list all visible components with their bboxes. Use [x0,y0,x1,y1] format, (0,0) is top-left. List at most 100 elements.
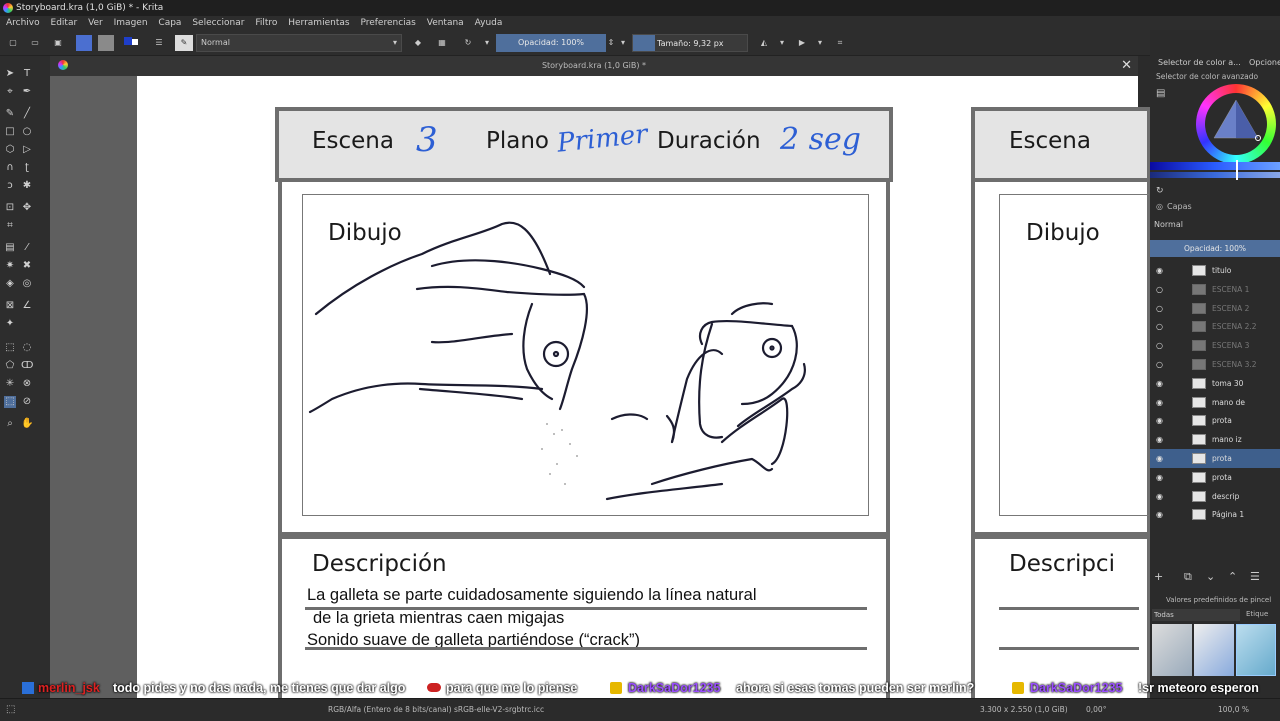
fill-bucket-icon[interactable]: ◈ [4,278,16,290]
chevron-down-icon[interactable]: ▾ [777,35,787,51]
assistant-tool-icon[interactable]: ⊠ [4,300,16,312]
tab-options[interactable]: Opcione [1249,56,1280,70]
line-tool-icon[interactable]: ╱ [21,108,33,120]
tab-color-selector[interactable]: Selector de color a... [1158,56,1241,70]
refresh-icon[interactable]: ↻ [1156,186,1164,196]
dynamic-brush-icon[interactable]: ↄ [4,180,16,192]
status-rotation[interactable]: 0,00° [1086,699,1106,721]
eye-closed-icon[interactable]: ○ [1155,360,1164,369]
fill-tool-icon[interactable]: ✖ [21,260,33,272]
save-icon[interactable]: ▣ [51,35,65,51]
menu-capa[interactable]: Capa [158,18,181,28]
layer-row[interactable]: ○ ESCENA 1 [1150,280,1280,299]
polyline-tool-icon[interactable]: ▷ [21,144,33,156]
eye-open-icon[interactable]: ◉ [1155,398,1164,407]
brush-preset-1[interactable] [1152,624,1192,676]
layer-row[interactable]: ◉ prota [1150,468,1280,487]
menu-imagen[interactable]: Imagen [114,18,148,28]
ellipse-tool-icon[interactable]: ○ [21,126,33,138]
polygon-tool-icon[interactable]: ⬡ [4,144,16,156]
storyboard-page[interactable]: Escena 3 Plano Primer Duración 2 seg Dib… [137,76,1151,705]
gradient-pattern-icon[interactable] [76,35,92,51]
eye-closed-icon[interactable]: ○ [1155,341,1164,350]
add-layer-icon[interactable]: + [1154,570,1163,583]
new-document-icon[interactable]: ▢ [6,35,20,51]
color-strip-2[interactable] [1150,172,1280,178]
eye-closed-icon[interactable]: ○ [1155,285,1164,294]
brush-settings-icon[interactable]: ☰ [152,35,166,51]
eye-open-icon[interactable]: ◉ [1155,454,1164,463]
menu-herramientas[interactable]: Herramientas [288,18,349,28]
magnetic-select-icon[interactable]: ⊘ [21,396,33,408]
mirror-vertical-icon[interactable]: ▶ [794,35,810,51]
select-shapes-icon[interactable]: ➤ [4,68,16,80]
bezier-tool-icon[interactable]: ∩ [4,162,16,174]
brush-preset-icon[interactable]: ✎ [175,35,193,51]
edit-shapes-icon[interactable]: ⌖ [4,86,16,98]
layer-row[interactable]: ◉ titulo [1150,261,1280,280]
color-strip-1[interactable] [1150,162,1280,170]
eye-closed-icon[interactable]: ○ [1155,322,1164,331]
status-zoom[interactable]: 100,0 % [1218,699,1249,721]
measure-tool-icon[interactable]: ∠ [21,300,33,312]
eraser-icon[interactable]: ◆ [410,35,426,51]
size-slider[interactable]: Tamaño: 9,32 px [632,34,748,52]
chevron-down-icon[interactable]: ▾ [482,35,492,51]
pan-tool-icon[interactable]: ✋ [21,418,33,430]
eye-open-icon[interactable]: ◉ [1155,379,1164,388]
alpha-lock-icon[interactable]: ▦ [434,35,450,51]
eye-open-icon[interactable]: ◉ [1155,510,1164,519]
bezier-select-icon[interactable]: ⬚ [4,396,16,408]
freehand-brush-icon[interactable]: ✎ [4,108,16,120]
color-wheel[interactable] [1196,84,1276,164]
smart-patch-icon[interactable]: ✷ [4,260,16,272]
layer-row[interactable]: ◉ mano de [1150,393,1280,412]
status-colorspace[interactable]: RGB/Alfa (Entero de 8 bits/canal) sRGB-e… [328,699,544,721]
menu-ventana[interactable]: Ventana [427,18,464,28]
open-document-icon[interactable]: ▭ [28,35,42,51]
layer-row[interactable]: ◉ prota [1150,449,1280,468]
multibrush-icon[interactable]: ✱ [21,180,33,192]
layer-row[interactable]: ○ ESCENA 3 [1150,336,1280,355]
brush-preset-3[interactable] [1236,624,1276,676]
layer-row[interactable]: ○ ESCENA 2.2 [1150,317,1280,336]
enclose-fill-icon[interactable]: ◎ [21,278,33,290]
text-tool-icon[interactable]: T [21,68,33,80]
move-layer-down-icon[interactable]: ⌄ [1206,570,1215,583]
menu-preferencias[interactable]: Preferencias [360,18,415,28]
reference-tool-icon[interactable]: ✦ [4,318,16,330]
selection-icon[interactable]: ⬚ [6,699,15,721]
chevron-down-icon[interactable]: ▾ [815,35,825,51]
eye-open-icon[interactable]: ◉ [1155,473,1164,482]
duplicate-layer-icon[interactable]: ⧉ [1184,570,1192,584]
pattern-icon[interactable] [98,35,114,51]
layers-blend-mode[interactable]: Normal [1154,220,1183,229]
menu-archivo[interactable]: Archivo [6,18,40,28]
move-layer-up-icon[interactable]: ⌃ [1228,570,1237,583]
brush-filter-select[interactable]: Todas [1152,609,1240,621]
eye-open-icon[interactable]: ◉ [1155,435,1164,444]
contiguous-select-icon[interactable]: ✳ [4,378,16,390]
layer-row[interactable]: ◉ toma 30 [1150,374,1280,393]
crop-tool-icon[interactable]: ⌗ [4,220,16,232]
gradient-tool-icon[interactable]: ▤ [4,242,16,254]
transform-tool-icon[interactable]: ⊡ [4,202,16,214]
color-triangle[interactable] [1196,84,1276,164]
eye-closed-icon[interactable]: ○ [1155,304,1164,313]
freehand-select-icon[interactable]: ↀ [21,360,33,372]
mirror-horizontal-icon[interactable]: ◭ [756,35,772,51]
color-swatch-icon[interactable] [123,35,139,51]
zoom-tool-icon[interactable]: ⌕ [4,418,16,430]
layer-row[interactable]: ○ ESCENA 3.2 [1150,355,1280,374]
layer-row[interactable]: ◉ Página 1 [1150,505,1280,524]
brush-preset-2[interactable] [1194,624,1234,676]
settings-icon[interactable]: ▤ [1156,88,1165,99]
layers-opacity-slider[interactable]: Opacidad: 100% [1150,240,1280,257]
chevron-down-icon[interactable]: ▾ [618,35,628,51]
ellipse-select-icon[interactable]: ◌ [21,342,33,354]
menu-ver[interactable]: Ver [88,18,103,28]
opacity-spin-icon[interactable]: ⇕ [606,35,616,51]
color-picker-icon[interactable]: ⁄ [21,242,33,254]
similar-select-icon[interactable]: ⊗ [21,378,33,390]
move-tool-icon[interactable]: ✥ [21,202,33,214]
